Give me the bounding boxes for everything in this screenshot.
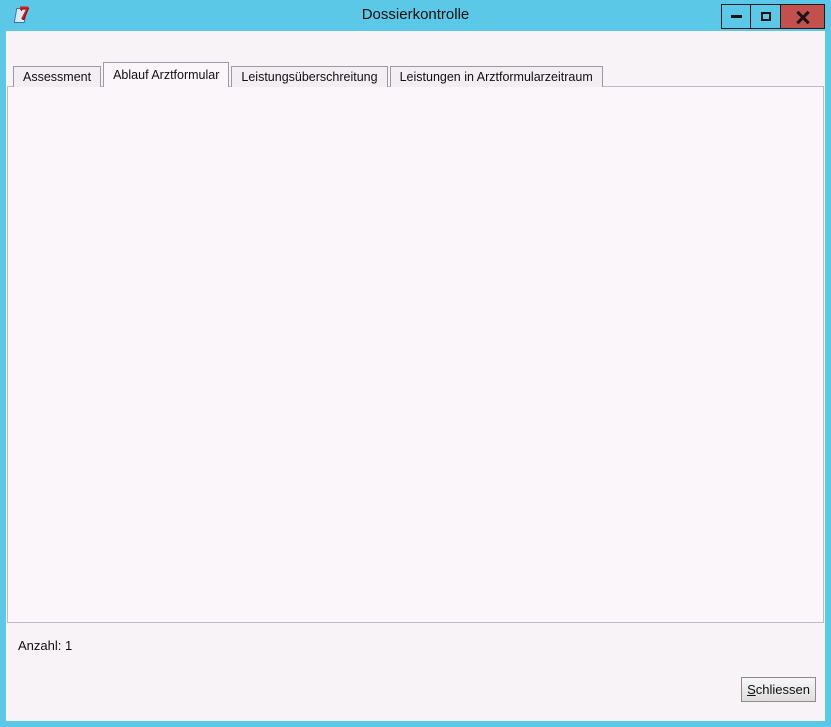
tab-assessment[interactable]: Assessment	[13, 66, 101, 87]
window-title: Dossierkontrolle	[0, 6, 831, 23]
tab-leistungsueberschreitung[interactable]: Leistungsüberschreitung	[231, 66, 387, 87]
dossierkontrolle-dialog: 7 Dossierkontrolle Assessment Ablauf Arz…	[0, 0, 831, 727]
tab-ablauf-arztformular[interactable]: Ablauf Arztformular	[103, 62, 229, 87]
close-icon	[796, 10, 810, 24]
anzahl-count-label: Anzahl: 1	[18, 638, 72, 653]
minimize-icon	[731, 15, 742, 18]
schliessen-label: Schliessen	[747, 682, 810, 697]
maximize-icon	[761, 12, 771, 21]
window-controls	[721, 4, 825, 29]
close-button[interactable]	[781, 4, 825, 29]
tab-strip: Assessment Ablauf Arztformular Leistungs…	[13, 62, 605, 87]
tab-leistungen-arztformularzeitraum[interactable]: Leistungen in Arztformularzeitraum	[390, 66, 603, 87]
title-bar[interactable]: 7 Dossierkontrolle	[0, 0, 831, 31]
schliessen-button[interactable]: Schliessen	[741, 677, 816, 702]
dialog-content: Assessment Ablauf Arztformular Leistungs…	[6, 31, 825, 721]
maximize-button[interactable]	[751, 4, 781, 29]
tab-panel	[7, 86, 824, 623]
minimize-button[interactable]	[721, 4, 751, 29]
